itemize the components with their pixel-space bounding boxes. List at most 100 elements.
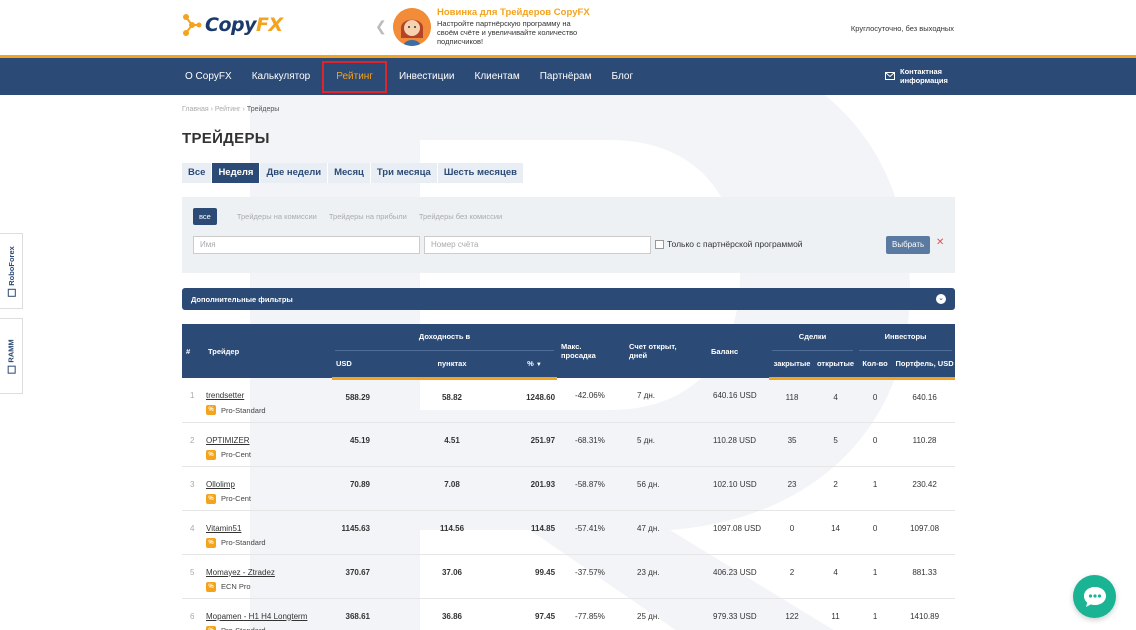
ramm-logo-icon — [7, 365, 16, 374]
balance: 1097.08 USD — [693, 510, 770, 555]
period-three-months[interactable]: Три месяца — [370, 163, 438, 183]
open-days: 56 дн. — [617, 466, 694, 511]
side-tab-roboforex[interactable]: RoboForex — [0, 233, 23, 309]
trader-cell: Vitamin51% Pro-Standard — [203, 510, 332, 555]
col-portfolio[interactable]: Портфель, USD — [894, 351, 956, 380]
filter-tab-profit[interactable]: Трейдеры на прибыли — [329, 212, 407, 221]
name-input[interactable]: Имя — [193, 236, 420, 254]
col-deals-group: Сделки — [769, 324, 857, 351]
nav-partners[interactable]: Партнёрам — [530, 58, 602, 95]
table-row[interactable]: 5 Momayez - Ztradez% ECN Pro 370.67 37.06 99.… — [182, 554, 956, 599]
trader-name-link[interactable]: Ollolimp — [206, 480, 332, 489]
deals-closed: 35 — [769, 422, 816, 467]
portfolio-usd: 1410.89 — [894, 598, 956, 630]
col-usd[interactable]: USD — [332, 351, 392, 380]
row-number: 5 — [182, 554, 203, 599]
yield-percent: 201.93 — [512, 466, 558, 511]
period-month[interactable]: Месяц — [328, 163, 371, 183]
nav-calculator[interactable]: Калькулятор — [242, 58, 321, 95]
max-drawdown: -68.31% — [557, 422, 618, 467]
max-drawdown: -58.87% — [557, 466, 618, 511]
contact-info-link[interactable]: Контактная информация — [885, 67, 954, 85]
trader-cell: trendsetter % Pro-Standard — [203, 378, 332, 423]
period-tabs: Все Неделя Две недели Месяц Три месяца Ш… — [182, 163, 955, 183]
breadcrumb-home[interactable]: Главная — [182, 106, 209, 113]
period-six-months[interactable]: Шесть месяцев — [437, 163, 524, 183]
trader-name-link[interactable]: Mopamen - H1 H4 Longterm — [206, 612, 332, 621]
partner-program-filter[interactable]: Только с партнёрской программой — [655, 239, 803, 249]
balance: 640.16 USD — [693, 378, 770, 423]
trader-name-link[interactable]: Momayez - Ztradez — [206, 568, 332, 577]
table-row[interactable]: 2 OPTIMIZER% Pro-Cent 45.19 4.51 251.97 -68.31… — [182, 422, 956, 467]
yield-points: 36.86 — [392, 598, 512, 630]
col-opened[interactable]: открытые — [815, 351, 857, 380]
trader-name-link[interactable]: OPTIMIZER — [206, 436, 332, 445]
roboforex-logo-icon — [7, 288, 15, 297]
copyfx-logo[interactable]: CopyFX — [182, 12, 283, 38]
percent-icon: % — [206, 625, 216, 630]
additional-filters-toggle[interactable]: Дополнительные фильтры ⌄ — [182, 288, 955, 310]
partner-program-label: Только с партнёрской программой — [667, 239, 803, 249]
percent-icon: % — [206, 449, 216, 460]
balance: 979.33 USD — [693, 598, 770, 630]
col-trader[interactable]: Трейдер — [203, 324, 332, 378]
account-type-label: Pro-Standard — [221, 538, 266, 547]
nav-investments[interactable]: Инвестиции — [389, 58, 465, 95]
max-drawdown: -57.41% — [557, 510, 618, 555]
nav-about[interactable]: О CopyFX — [182, 58, 242, 95]
col-balance[interactable]: Баланс — [693, 324, 770, 378]
filter-tab-commission[interactable]: Трейдеры на комиссии — [237, 212, 317, 221]
account-type: % Pro-Standard — [206, 405, 332, 415]
chevron-left-icon[interactable]: ❮ — [375, 18, 389, 35]
additional-filters-label: Дополнительные фильтры — [191, 295, 293, 304]
breadcrumb-rating[interactable]: Рейтинг — [215, 106, 241, 113]
trader-name-link[interactable]: trendsetter — [206, 391, 332, 400]
account-type-label: Pro-Cent — [221, 494, 252, 503]
col-percent[interactable]: % ▼ — [512, 351, 558, 380]
balance: 102.10 USD — [693, 466, 770, 511]
yield-percent: 99.45 — [512, 554, 558, 599]
nav-rating[interactable]: Рейтинг — [322, 60, 387, 93]
promo-banner[interactable]: ❮ Новинка для Трейдеров CopyFX Настройте… — [375, 7, 590, 46]
col-investor-count[interactable]: Кол-во — [856, 351, 895, 380]
yield-points: 114.56 — [392, 510, 512, 555]
balance: 110.28 USD — [693, 422, 770, 467]
clear-filter-icon[interactable]: ✕ — [936, 237, 944, 248]
side-tab-ramm[interactable]: RAMM — [0, 318, 23, 394]
period-all[interactable]: Все — [182, 163, 213, 183]
apply-filter-button[interactable]: Выбрать — [886, 236, 931, 254]
table-row[interactable]: 4 Vitamin51% Pro-Standard 1145.63 114.56 114.… — [182, 510, 956, 555]
trader-name-link[interactable]: Vitamin51 — [206, 524, 332, 533]
deals-closed: 122 — [769, 598, 816, 630]
chat-button[interactable] — [1073, 575, 1116, 618]
col-open-days[interactable]: Счет открыт, дней — [617, 324, 694, 378]
period-week[interactable]: Неделя — [212, 163, 261, 183]
col-closed[interactable]: закрытые — [769, 351, 816, 380]
portfolio-usd: 110.28 — [894, 422, 956, 467]
yield-usd: 45.19 — [332, 422, 392, 467]
investor-count: 0 — [856, 378, 895, 423]
page: CopyFX ❮ Новинка для Трейдеров CopyFX На… — [0, 0, 1136, 630]
yield-usd: 370.67 — [332, 554, 392, 599]
filter-tab-no-commission[interactable]: Трейдеры без комиссии — [419, 212, 502, 221]
table-row[interactable]: 3 Ollolimp% Pro-Cent 70.89 7.08 201.93 -58.87%… — [182, 466, 956, 511]
traders-table: # Трейдер Доходность в Макс. просадка Сч… — [182, 324, 956, 630]
period-two-weeks[interactable]: Две недели — [260, 163, 329, 183]
deals-open: 2 — [815, 466, 857, 511]
filter-tab-all[interactable]: все — [193, 208, 217, 225]
yield-percent: 1248.60 — [512, 378, 558, 423]
account-number-input[interactable]: Номер счёта — [424, 236, 651, 254]
open-days: 47 дн. — [617, 510, 694, 555]
col-points[interactable]: пунктах — [392, 351, 512, 380]
breadcrumb-current: Трейдеры — [246, 106, 280, 113]
table-row[interactable]: 1 trendsetter% Pro-Standard 588.29 58.82 1248… — [182, 378, 956, 423]
breadcrumb: Главная › Рейтинг › Трейдеры — [182, 106, 955, 113]
nav-blog[interactable]: Блог — [602, 58, 644, 95]
yield-points: 4.51 — [392, 422, 512, 467]
partner-program-checkbox[interactable] — [655, 239, 664, 249]
open-days: 25 дн. — [617, 598, 694, 630]
col-drawdown[interactable]: Макс. просадка — [557, 324, 618, 378]
table-row[interactable]: 6Mopamen - H1 H4 Longterm% Pro-Standard 36… — [182, 598, 956, 630]
col-investors-group: Инвесторы — [856, 324, 956, 351]
nav-clients[interactable]: Клиентам — [465, 58, 530, 95]
